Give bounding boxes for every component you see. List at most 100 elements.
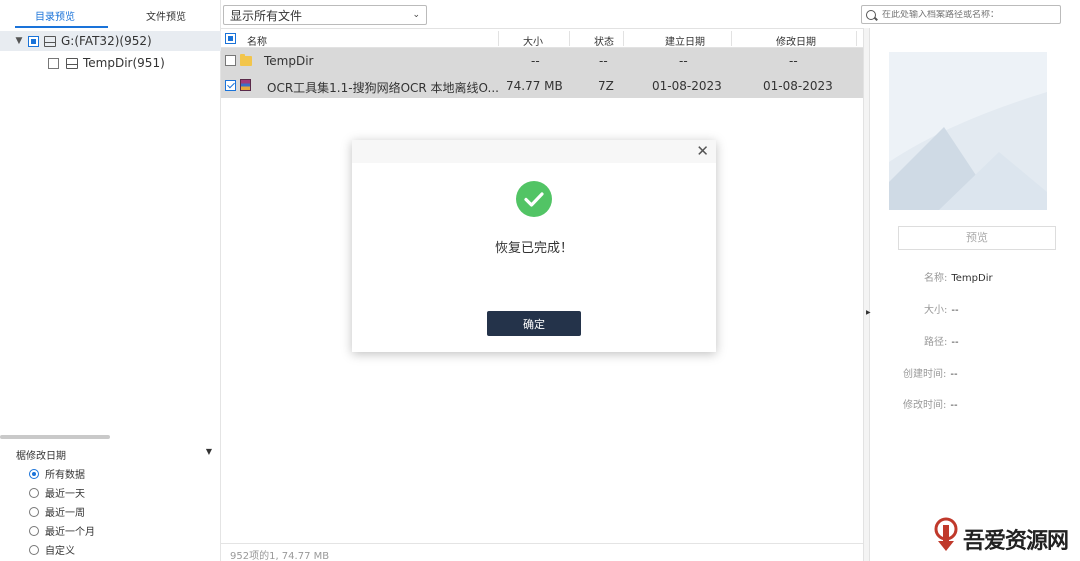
tab-directory-preview[interactable]: 目录预览 [35, 8, 75, 23]
tree-item-label: TempDir(951) [83, 56, 165, 70]
detail-value: TempDir [951, 273, 993, 284]
search-box[interactable] [861, 5, 1061, 24]
column-header-size[interactable]: 大小 [523, 33, 543, 48]
left-tabs: 目录预览 文件预览 [0, 0, 221, 28]
drive-icon [44, 35, 56, 47]
filter-option-all[interactable]: 所有数据 [29, 466, 85, 481]
ok-button[interactable]: 确定 [487, 311, 581, 336]
chevron-down-icon[interactable]: ▼ [206, 447, 212, 462]
left-panel: 目录预览 文件预览 ▼ G:(FAT32)(952) TempDir(951) … [0, 0, 221, 561]
file-filter-select[interactable]: 显示所有文件 ⌄ [223, 5, 427, 25]
column-divider [731, 31, 732, 46]
site-watermark: 吾爱资源网 [930, 515, 1078, 557]
collapse-arrow-icon[interactable]: ▶ [866, 309, 871, 316]
chevron-down-icon: ⌄ [412, 10, 420, 20]
detail-path: 路径: -- [924, 333, 959, 348]
tree-checkbox-tempdir[interactable] [48, 57, 59, 69]
detail-label: 创建时间: [903, 369, 947, 380]
search-icon [866, 9, 876, 20]
cell-modified: 01-08-2023 [763, 79, 833, 93]
filter-option-label: 自定义 [45, 546, 75, 557]
watermark-text: 吾爱资源网 [963, 528, 1069, 554]
cell-created: -- [679, 54, 688, 68]
dialog-message: 恢复已完成！ [494, 241, 573, 256]
table-row[interactable]: TempDir -- -- -- -- [221, 48, 863, 73]
cell-created: 01-08-2023 [652, 79, 722, 93]
panel-collapse-strip[interactable]: ▶ [863, 28, 871, 561]
filter-option-label: 所有数据 [45, 470, 85, 481]
column-header-created[interactable]: 建立日期 [665, 33, 705, 48]
rar-archive-icon [240, 79, 251, 91]
detail-label: 名称: [924, 273, 948, 284]
date-filter-title: 椐修改日期 [16, 451, 66, 462]
expand-arrow-icon[interactable]: ▼ [14, 36, 24, 46]
detail-label: 大小: [924, 305, 948, 316]
detail-modified: 修改时间: -- [903, 396, 958, 411]
table-row[interactable]: OCR工具集1.1-搜狗网络OCR 本地离线O... 74.77 MB 7Z 0… [221, 73, 863, 98]
table-header: 名称 大小 状态 建立日期 修改日期 [221, 28, 863, 48]
filter-option-week[interactable]: 最近一周 [29, 504, 85, 519]
tab-file-preview[interactable]: 文件预览 [146, 8, 186, 23]
preview-placeholder-image [889, 52, 1047, 210]
tree-item-drive[interactable]: ▼ G:(FAT32)(952) [0, 31, 221, 51]
column-divider [569, 31, 570, 46]
radio-button[interactable] [29, 468, 39, 479]
filter-option-custom[interactable]: 自定义 [29, 542, 75, 557]
detail-value: -- [950, 400, 958, 411]
details-panel: ▶ 预览 名称:TempDir 大小:-- 路径:-- 创建时间:-- 修改时间… [861, 0, 1080, 561]
radio-button[interactable] [29, 487, 39, 498]
column-divider [623, 31, 624, 46]
column-divider [498, 31, 499, 46]
tree-item-tempdir[interactable]: TempDir(951) [48, 53, 165, 73]
row-checkbox[interactable] [225, 55, 236, 66]
close-icon[interactable]: ✕ [696, 142, 709, 160]
column-header-status[interactable]: 状态 [594, 33, 614, 48]
detail-value: -- [951, 337, 959, 348]
horizontal-scrollbar[interactable] [0, 435, 110, 439]
date-filter-header[interactable]: 椐修改日期 ▼ [16, 447, 212, 462]
cell-modified: -- [789, 54, 798, 68]
filter-option-label: 最近一个月 [45, 527, 95, 538]
placeholder-graphic [889, 52, 1047, 210]
folder-icon [240, 54, 252, 66]
app-window: 目录预览 文件预览 ▼ G:(FAT32)(952) TempDir(951) … [0, 0, 1080, 561]
detail-size: 大小: -- [924, 301, 959, 316]
select-all-checkbox[interactable] [225, 33, 236, 44]
column-header-name[interactable]: 名称 [247, 33, 267, 48]
detail-value: -- [951, 305, 959, 316]
radio-button[interactable] [29, 525, 39, 536]
tree-item-label: G:(FAT32)(952) [61, 34, 152, 48]
cell-name: TempDir [264, 54, 314, 68]
filter-option-label: 最近一天 [45, 489, 85, 500]
dialog-header: ✕ [352, 140, 716, 163]
file-filter-value: 显示所有文件 [230, 8, 303, 23]
detail-created: 创建时间: -- [903, 365, 958, 380]
radio-button[interactable] [29, 544, 39, 555]
filter-option-month[interactable]: 最近一个月 [29, 523, 95, 538]
tree-checkbox-drive[interactable] [28, 35, 39, 47]
detail-value: -- [950, 369, 958, 380]
column-header-modified[interactable]: 修改日期 [776, 33, 816, 48]
active-tab-indicator [15, 26, 108, 28]
cell-size: 74.77 MB [506, 79, 563, 93]
cell-size: -- [531, 54, 540, 68]
cell-status: -- [599, 54, 608, 68]
preview-button[interactable]: 预览 [898, 226, 1056, 250]
success-check-icon [516, 181, 552, 217]
status-bar: 952项的1, 74.77 MB [221, 543, 863, 561]
search-input[interactable] [882, 9, 1052, 20]
detail-name: 名称: TempDir [924, 269, 993, 284]
column-divider [856, 31, 857, 46]
radio-button[interactable] [29, 506, 39, 517]
recovery-complete-dialog: ✕ 恢复已完成！ 确定 [352, 140, 716, 352]
cell-status: 7Z [598, 79, 614, 93]
filter-option-day[interactable]: 最近一天 [29, 485, 85, 500]
cell-name: OCR工具集1.1-搜狗网络OCR 本地离线O... [267, 81, 499, 95]
detail-label: 路径: [924, 337, 948, 348]
filter-option-label: 最近一周 [45, 508, 85, 519]
check-mark-graphic [524, 192, 544, 207]
row-checkbox[interactable] [225, 80, 236, 91]
detail-label: 修改时间: [903, 400, 947, 411]
folder-outline-icon [66, 57, 78, 69]
watermark-logo-icon [934, 517, 958, 551]
